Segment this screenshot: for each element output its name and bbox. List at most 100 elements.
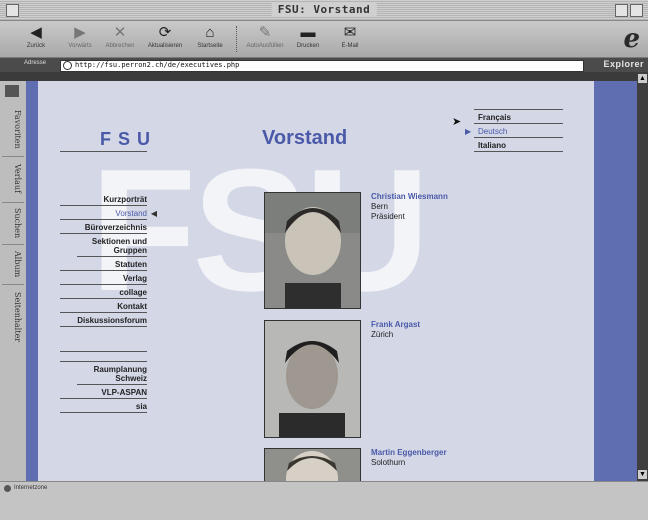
main-nav: Kurzporträt Vorstand ◀ Büroverzeichnis S… <box>60 151 157 327</box>
stop-label: Abbrechen <box>105 43 135 49</box>
back-label: Zurück <box>26 43 46 49</box>
sidebar-tab-favoriten[interactable]: Favoriten <box>4 105 22 153</box>
stop-button[interactable]: ✕ Abbrechen <box>98 23 142 49</box>
lang-italiano[interactable]: Italiano <box>474 138 563 152</box>
language-switcher: Français ▶ Deutsch Italiano <box>465 109 563 152</box>
nav-item-sia[interactable]: sia <box>60 399 147 413</box>
member-photo <box>264 192 361 309</box>
nav-item-raumplanung[interactable]: Raumplanung Schweiz <box>77 362 147 385</box>
member-photo <box>264 448 361 481</box>
sidebar-tab-album[interactable]: Album <box>4 247 22 281</box>
lang-label: Deutsch <box>478 127 508 136</box>
member-city: Zürich <box>371 330 394 339</box>
close-box-icon[interactable] <box>6 4 19 17</box>
portrait-image <box>265 321 360 437</box>
partner-nav: Raumplanung Schweiz VLP-ASPAN sia <box>60 351 147 413</box>
status-bar: Internetzone <box>0 481 648 520</box>
explorer-sidebar-tabs: Favoriten Verlauf Suchen Album Seitenhal… <box>0 81 27 481</box>
nav-item-collage[interactable]: collage <box>60 285 147 299</box>
print-button[interactable]: ▬ Drucken <box>286 23 330 49</box>
home-icon: ⌂ <box>205 24 215 41</box>
refresh-button[interactable]: ⟳ Aktualisieren <box>143 23 187 49</box>
zone-icon <box>4 485 11 492</box>
zoom-box-icon[interactable] <box>615 4 628 17</box>
sidebar-tab-divider <box>2 244 24 245</box>
nav-item-diskussionsforum[interactable]: Diskussionsforum <box>60 313 147 327</box>
nav-item-vlp-aspan[interactable]: VLP-ASPAN <box>60 385 147 399</box>
nav-item-label: Vorstand <box>115 209 147 218</box>
portrait-image <box>265 449 360 481</box>
nav-top-divider <box>60 151 147 152</box>
printer-icon: ▬ <box>300 24 316 41</box>
nav-item-sektionen[interactable]: Sektionen und Gruppen <box>77 234 147 257</box>
mouse-pointer-icon: ➤ <box>452 116 462 128</box>
sidebar-tab-divider <box>2 156 24 157</box>
home-label: Startseite <box>197 43 223 49</box>
collapse-box-icon[interactable] <box>630 4 643 17</box>
member-city: Bern <box>371 202 388 211</box>
nav-item-kurzportraet[interactable]: Kurzporträt <box>60 192 147 206</box>
address-bar: Adresse http://fsu.perron2.ch/de/executi… <box>0 58 648 72</box>
mail-label: E-Mail <box>341 43 359 49</box>
lang-active-arrow-icon: ▶ <box>465 127 472 136</box>
home-button[interactable]: ⌂ Startseite <box>188 23 232 49</box>
page-icon <box>63 61 72 70</box>
lang-francais[interactable]: Français <box>474 110 563 124</box>
title-bar[interactable]: FSU: Vorstand <box>0 0 648 21</box>
forward-arrow-icon: ▶ <box>74 24 86 41</box>
nav-item-statuten[interactable]: Statuten <box>60 257 147 271</box>
address-url[interactable]: http://fsu.perron2.ch/de/executives.php <box>75 61 239 69</box>
stop-icon: ✕ <box>113 24 127 41</box>
member-card <box>264 320 361 438</box>
scroll-up-icon[interactable]: ▲ <box>638 74 647 83</box>
explorer-bar <box>0 72 648 81</box>
member-card <box>264 192 361 309</box>
explorer-brand: Explorer <box>603 59 644 69</box>
page-title: Vorstand <box>262 127 348 149</box>
back-arrow-icon: ◀ <box>30 24 42 41</box>
forward-label: Vorwärts <box>68 43 92 49</box>
autofill-label: AutoAusfüllen <box>246 43 284 49</box>
status-zone: Internetzone <box>14 485 48 491</box>
member-photo <box>264 320 361 438</box>
mail-button[interactable]: ✉ E-Mail <box>328 23 372 49</box>
web-content: FSU FSU Vorstand Kurzporträt Vorstand ◀ … <box>26 81 637 481</box>
sidebar-tab-suchen[interactable]: Suchen <box>4 205 22 241</box>
nav-item-kontakt[interactable]: Kontakt <box>60 299 147 313</box>
nav-item-bueroverzeichnis[interactable]: Büroverzeichnis <box>60 220 147 234</box>
active-arrow-icon: ◀ <box>150 209 157 218</box>
nav-item-verlag[interactable]: Verlag <box>60 271 147 285</box>
toolbar-separator <box>236 26 238 52</box>
nav-item-vorstand[interactable]: Vorstand ◀ <box>60 206 157 220</box>
site-logo[interactable]: FSU <box>100 129 157 150</box>
member-role: Präsident <box>371 212 405 221</box>
address-label: Adresse <box>24 60 47 66</box>
back-button[interactable]: ◀ Zurück <box>14 23 58 49</box>
member-name: Martin Eggenberger <box>371 448 447 457</box>
member-name: Christian Wiesmann <box>371 192 448 201</box>
partner-nav-divider <box>60 352 147 362</box>
scroll-down-icon[interactable]: ▼ <box>638 470 647 479</box>
print-label: Drucken <box>296 43 320 49</box>
forward-button[interactable]: ▶ Vorwärts <box>58 23 102 49</box>
vertical-scrollbar[interactable]: ▲ ▼ <box>637 72 648 481</box>
sidebar-tab-seitenhalter[interactable]: Seitenhalter <box>4 287 22 347</box>
window-title: FSU: Vorstand <box>271 3 377 16</box>
sidebar-tab-divider <box>2 202 24 203</box>
autofill-icon: ✎ <box>258 24 272 41</box>
address-field[interactable]: http://fsu.perron2.ch/de/executives.php <box>60 60 584 72</box>
member-city: Solothurn <box>371 458 406 467</box>
mail-icon: ✉ <box>343 24 357 41</box>
refresh-icon: ⟳ <box>158 24 172 41</box>
sidebar-tab-verlauf[interactable]: Verlauf <box>4 159 22 199</box>
member-card <box>264 448 361 481</box>
browser-toolbar: ◀ Zurück ▶ Vorwärts ✕ Abbrechen ⟳ Aktual… <box>0 21 648 58</box>
lang-deutsch[interactable]: ▶ Deutsch <box>465 124 563 138</box>
page-canvas: FSU FSU Vorstand Kurzporträt Vorstand ◀ … <box>38 81 594 481</box>
portrait-image <box>265 193 360 308</box>
sidebar-tab-divider <box>2 284 24 285</box>
sidebar-toggle-icon[interactable] <box>5 85 19 97</box>
autofill-button[interactable]: ✎ AutoAusfüllen <box>243 23 287 49</box>
explorer-logo-icon: e <box>623 24 640 54</box>
refresh-label: Aktualisieren <box>147 43 183 49</box>
